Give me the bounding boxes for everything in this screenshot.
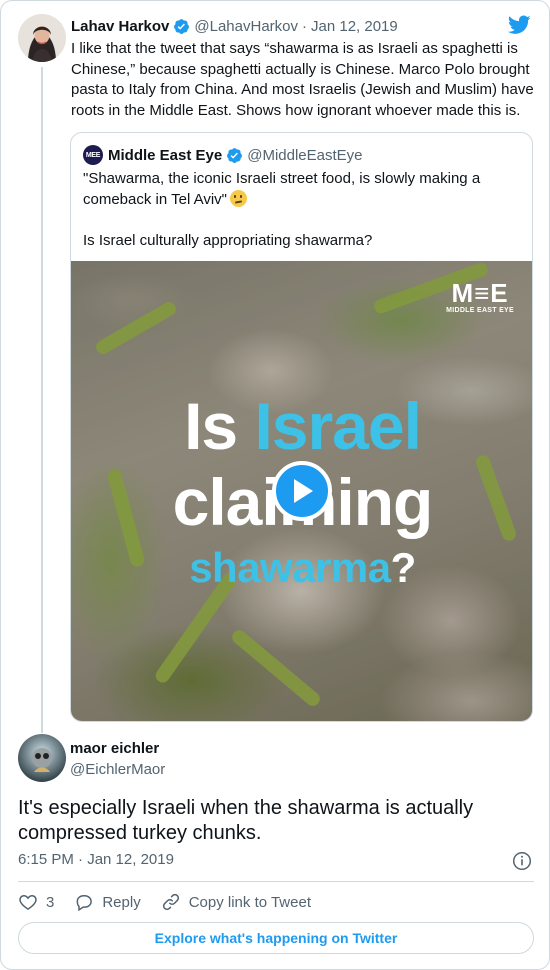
explore-twitter-button[interactable]: Explore what's happening on Twitter (18, 922, 534, 954)
quoted-tweet-text: "Shawarma, the iconic Israeli street foo… (83, 169, 523, 251)
video-title-line-1: Is Israel (184, 389, 422, 463)
quoted-tweet-card[interactable]: MEE Middle East Eye @MiddleEastEye "Shaw… (70, 132, 533, 722)
verified-badge-icon (174, 18, 190, 34)
separator-dot: · (302, 17, 307, 35)
reply-tweet-text: It's especially Israeli when the shawarm… (18, 797, 474, 844)
reply-bubble-icon (76, 895, 93, 912)
divider (18, 881, 534, 882)
play-icon (294, 479, 313, 503)
video-thumbnail[interactable]: M≡E MIDDLE EAST EYE Is Israel claiming s… (71, 261, 532, 721)
avatar[interactable] (18, 14, 66, 62)
author-name[interactable]: Lahav Harkov (71, 18, 169, 35)
quoted-author-name: Middle East Eye (108, 146, 223, 164)
tweet-embed-card: Lahav Harkov @LahavHarkov · Jan 12, 2019… (0, 0, 550, 970)
copy-link-button[interactable]: Copy link to Tweet (161, 892, 311, 912)
mee-logo-caption: MIDDLE EAST EYE (446, 307, 514, 314)
parent-tweet-header: Lahav Harkov @LahavHarkov · Jan 12, 2019 (71, 16, 398, 36)
mee-logo-mark: M≡E (451, 278, 509, 308)
copy-link-label: Copy link to Tweet (188, 893, 311, 911)
reply-label: Reply (102, 893, 141, 911)
quoted-text-question: Is Israel culturally appropriating shawa… (83, 231, 373, 249)
reply-author-name[interactable]: maor eichler (70, 740, 159, 757)
avatar[interactable] (18, 734, 66, 782)
play-button[interactable] (272, 461, 332, 521)
link-icon (162, 893, 179, 911)
thread-connector-line (41, 67, 43, 733)
like-count: 3 (46, 893, 55, 911)
video-title-line-3: shawarma? (189, 544, 416, 591)
quoted-avatar: MEE (83, 145, 103, 165)
mee-logo: M≡E MIDDLE EAST EYE (446, 279, 514, 314)
quoted-text-line: "Shawarma, the iconic Israeli street foo… (83, 170, 481, 208)
reply-button[interactable]: Reply (74, 892, 141, 912)
parent-tweet-text: I like that the tweet that says “shawarm… (71, 40, 534, 119)
tweet-timestamp[interactable]: 6:15 PM · Jan 12, 2019 (18, 851, 174, 868)
verified-badge-icon (227, 147, 243, 163)
like-button[interactable]: 3 (18, 892, 54, 912)
thinking-face-emoji-icon (230, 189, 248, 207)
quoted-author-handle: @MiddleEastEye (247, 146, 363, 164)
quoted-tweet-header: MEE Middle East Eye @MiddleEastEye (83, 144, 363, 166)
action-bar: 3 Reply Copy link to Tweet (18, 891, 311, 913)
twitter-bird-icon[interactable] (508, 15, 531, 35)
heart-icon (19, 894, 37, 910)
info-icon[interactable] (512, 851, 532, 871)
author-handle[interactable]: @LahavHarkov (194, 18, 298, 35)
reply-author-handle[interactable]: @EichlerMaor (70, 761, 165, 778)
tweet-date[interactable]: Jan 12, 2019 (311, 18, 398, 35)
